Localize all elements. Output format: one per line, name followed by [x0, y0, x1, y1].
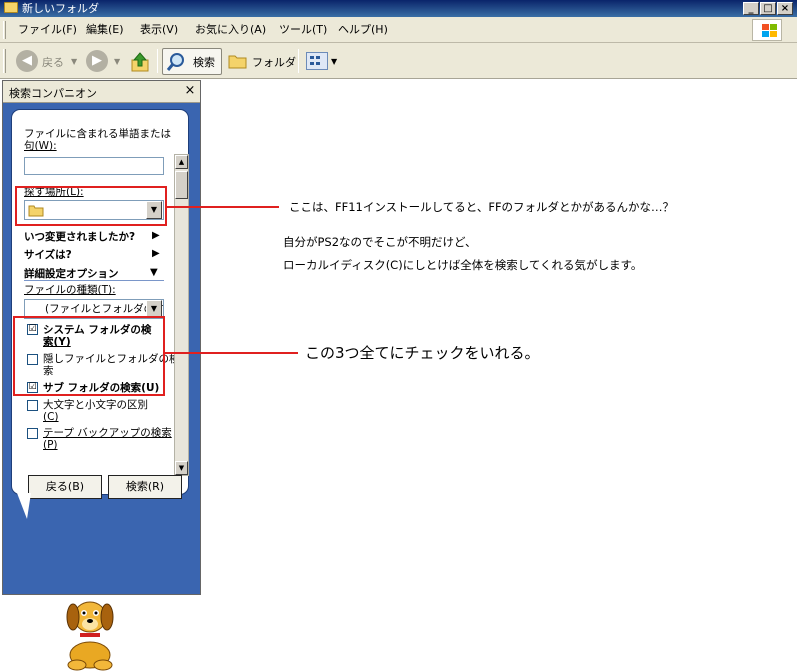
scroll-down-icon[interactable]: ▼ — [175, 461, 188, 475]
minimize-button[interactable]: _ — [743, 2, 759, 15]
case-sensitive-label-cont: (C) — [43, 411, 59, 423]
annotation-options-box — [13, 316, 165, 396]
menu-favorites[interactable]: お気に入り(A) — [195, 21, 266, 39]
views-icon[interactable] — [306, 52, 328, 70]
maximize-button[interactable]: □ — [760, 2, 776, 15]
search-bubble: ファイルに含まれる単語または 句(W): 探す場所(L): ▼ いつ変更されまし… — [11, 109, 189, 499]
advanced-options-link[interactable]: 詳細設定オプション — [24, 268, 119, 280]
annotation-note-2: 自分がPS2なのでそこが不明だけど、 — [283, 235, 477, 249]
menu-edit[interactable]: 編集(E) — [86, 21, 124, 39]
up-folder-icon[interactable] — [130, 51, 150, 73]
back-button[interactable]: 戻る(B) — [28, 475, 102, 499]
annotation-note-3: ローカルイディスク(C)にしとけば全体を検索してくれる気がします。 — [283, 258, 643, 272]
search-submit-button[interactable]: 検索(R) — [108, 475, 182, 499]
scroll-thumb[interactable] — [175, 171, 188, 199]
file-type-label: ファイルの種類(T): — [24, 284, 116, 296]
folder-icon — [4, 2, 18, 13]
panel-close-icon[interactable]: × — [182, 83, 198, 99]
chevron-right-icon[interactable]: ▶ — [152, 230, 160, 241]
back-dropdown-icon[interactable]: ▼ — [71, 57, 77, 66]
search-dog-mascot-icon — [66, 601, 114, 671]
toolbar-separator — [157, 49, 158, 73]
windows-logo-icon — [752, 19, 782, 41]
back-arrow-icon[interactable]: ◀ — [16, 50, 38, 72]
size-link[interactable]: サイズは? — [24, 249, 72, 261]
search-button[interactable]: 検索 — [162, 48, 222, 75]
modified-link[interactable]: いつ変更されましたか? — [24, 231, 135, 243]
folders-icon[interactable] — [228, 52, 248, 70]
words-label: ファイルに含まれる単語または — [24, 128, 171, 140]
words-label-cont: 句(W): — [24, 140, 57, 152]
divider — [24, 280, 164, 281]
folders-button-label[interactable]: フォルダ — [252, 54, 296, 70]
case-sensitive-checkbox[interactable] — [27, 400, 38, 411]
forward-dropdown-icon[interactable]: ▼ — [114, 57, 120, 66]
toolbar-separator — [298, 49, 299, 73]
window-title: 新しいフォルダ — [22, 2, 99, 15]
back-button-label[interactable]: 戻る — [42, 54, 64, 70]
chevron-right-icon[interactable]: ▶ — [152, 248, 160, 259]
chevron-down-icon[interactable]: ▼ — [150, 267, 158, 278]
tape-backup-label-cont: (P) — [43, 439, 58, 451]
scroll-up-icon[interactable]: ▲ — [175, 155, 188, 169]
title-bar: 新しいフォルダ _ □ × — [0, 0, 797, 17]
panel-header: 検索コンパニオン × — [3, 81, 200, 103]
annotation-note-1: ここは、FF11インストールしてると、FFのフォルダとかがあるんかな…？ — [289, 200, 675, 214]
tape-backup-checkbox[interactable] — [27, 428, 38, 439]
menu-tools[interactable]: ツール(T) — [279, 21, 327, 39]
menu-view[interactable]: 表示(V) — [140, 21, 178, 39]
magnifier-icon — [166, 53, 184, 71]
close-button[interactable]: × — [777, 2, 793, 15]
menu-grip — [3, 21, 6, 39]
menu-bar: ファイル(F) 編集(E) 表示(V) お気に入り(A) ツール(T) ヘルプ(… — [0, 17, 797, 43]
case-sensitive-label: 大文字と小文字の区別 — [43, 399, 148, 411]
views-dropdown-icon[interactable]: ▼ — [331, 57, 337, 66]
annotation-line-1 — [167, 206, 279, 208]
words-input[interactable] — [24, 157, 164, 175]
panel-title: 検索コンパニオン — [9, 87, 97, 100]
annotation-line-2 — [165, 352, 298, 354]
search-button-label: 検索 — [193, 56, 215, 69]
toolbar-grip — [3, 49, 6, 73]
options-scrollbar[interactable]: ▲ ▼ — [174, 154, 189, 476]
forward-arrow-icon[interactable]: ▶ — [86, 50, 108, 72]
toolbar: ◀ 戻る ▼ ▶ ▼ 検索 フォルダ ▼ — [0, 43, 797, 79]
annotation-look-in-box — [15, 186, 167, 226]
bubble-tail — [17, 493, 31, 519]
menu-help[interactable]: ヘルプ(H) — [338, 21, 388, 39]
menu-file[interactable]: ファイル(F) — [18, 21, 77, 39]
tape-backup-label: テープ バックアップの検索 — [43, 427, 172, 439]
annotation-note-4: この3つ全てにチェックをいれる。 — [305, 344, 540, 362]
